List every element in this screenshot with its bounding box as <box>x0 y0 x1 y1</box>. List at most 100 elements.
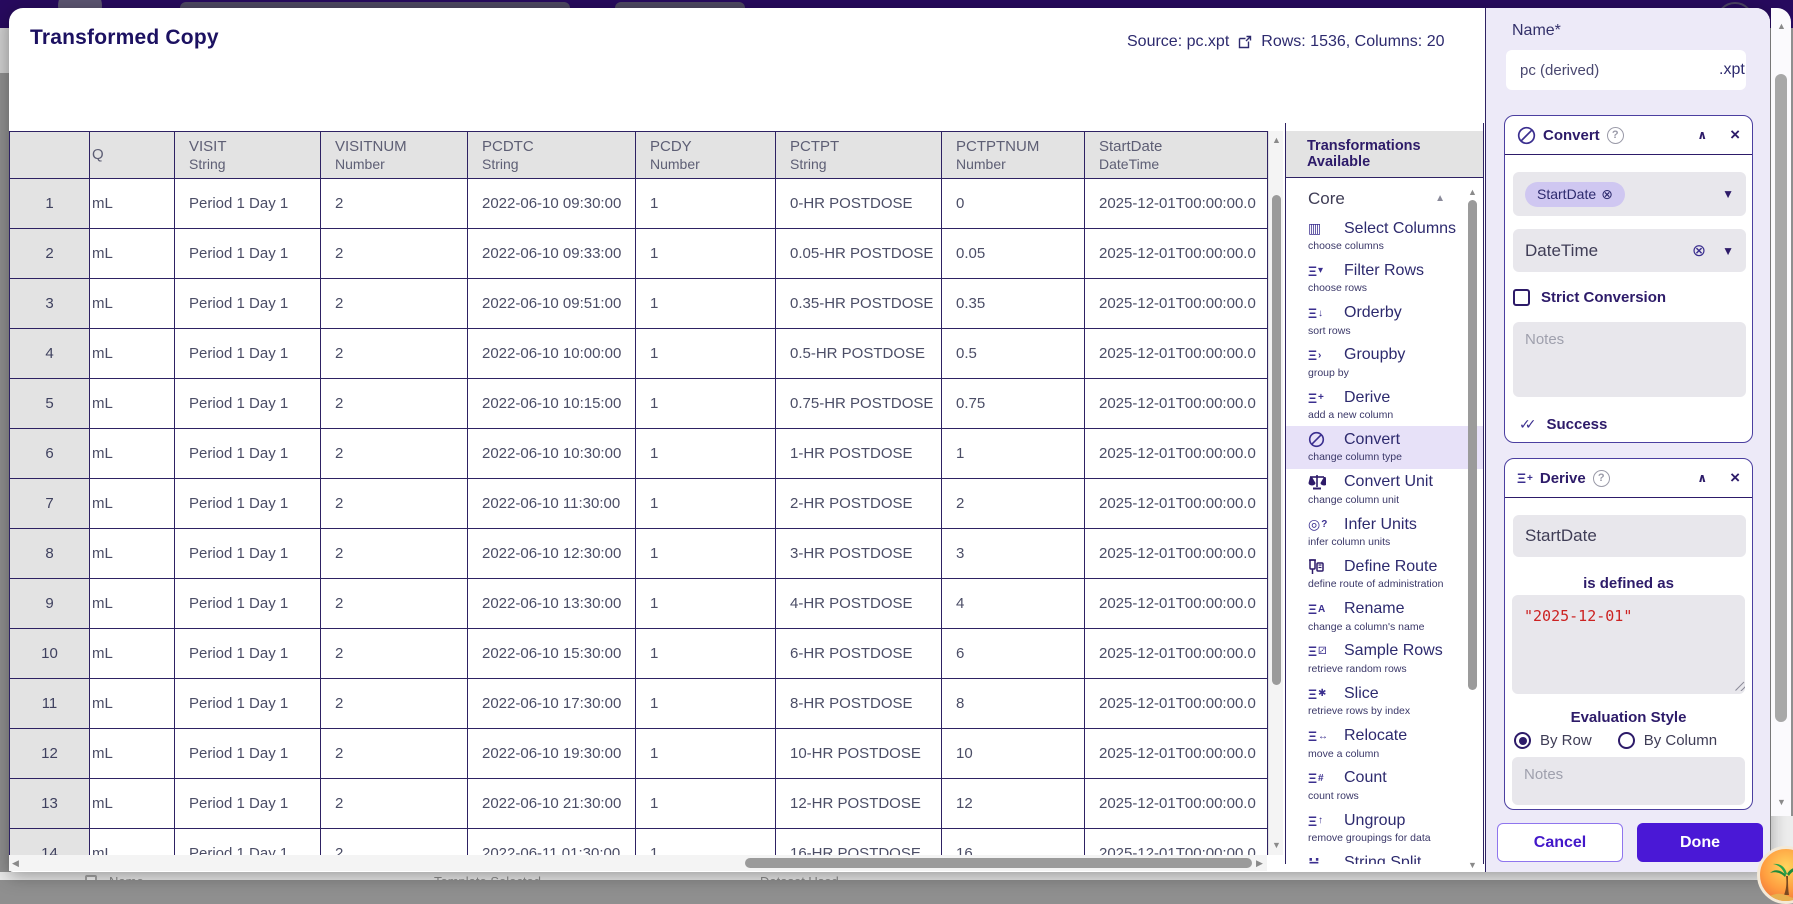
cancel-button[interactable]: Cancel <box>1497 823 1623 862</box>
transformation-item-ungroup[interactable]: Ξ↑Ungroupremove groupings for data <box>1286 807 1483 849</box>
transformation-item-orderby[interactable]: Ξ↓Orderbysort rows <box>1286 300 1483 342</box>
row-number-cell: 7 <box>10 479 90 529</box>
transformation-item-convert[interactable]: Convertchange column type <box>1286 426 1483 468</box>
scroll-left-arrow[interactable]: ◀ <box>12 859 19 868</box>
close-card-icon[interactable]: × <box>1730 468 1740 488</box>
row-number-cell: 2 <box>10 229 90 279</box>
transformation-item-string-split[interactable]: ∺String Split <box>1286 849 1483 864</box>
by-column-option[interactable]: By Column <box>1618 732 1717 749</box>
column-header: VISITNUMNumber <box>321 132 468 179</box>
column-header: PCTPTNUMNumber <box>942 132 1085 179</box>
transformation-description: choose columns <box>1308 240 1483 252</box>
table-cell: 2025-12-01T00:00:00.0 <box>1085 179 1268 229</box>
table-cell: 2 <box>321 579 468 629</box>
source-link[interactable]: Source: pc.xpt <box>1127 33 1229 51</box>
scroll-right-arrow[interactable]: ▶ <box>1256 859 1263 868</box>
convert-card-header: Convert ? ∧ × <box>1505 116 1752 155</box>
close-card-icon[interactable]: × <box>1730 125 1740 145</box>
transformation-item-slice[interactable]: Ξ✱Sliceretrieve rows by index <box>1286 680 1483 722</box>
rows-columns-stat: Rows: 1536, Columns: 20 <box>1261 33 1444 51</box>
clear-type-icon[interactable]: ⊗ <box>1692 241 1706 261</box>
transformation-item-select-columns[interactable]: ▥Select Columnschoose columns <box>1286 215 1483 257</box>
transformation-item-infer-units[interactable]: ◎?Infer Unitsinfer column units <box>1286 511 1483 553</box>
column-chip[interactable]: StartDate ⊗ <box>1525 182 1625 207</box>
transformations-panel: Transformations Available Core ▲ ▥Select… <box>1285 123 1484 864</box>
scroll-up-arrow[interactable]: ▲ <box>1272 136 1281 145</box>
help-icon[interactable]: ? <box>1593 470 1610 487</box>
transformation-item-derive[interactable]: Ξ+Deriveadd a new column <box>1286 384 1483 426</box>
transformation-label: Convert Unit <box>1344 473 1433 491</box>
table-vscroll-thumb[interactable] <box>1272 195 1281 685</box>
transformation-label: Filter Rows <box>1344 262 1424 280</box>
ungroup-icon: Ξ↑ <box>1308 813 1344 829</box>
transformation-label: Select Columns <box>1344 220 1456 238</box>
convert-type-select[interactable]: DateTime ⊗ ▼ <box>1513 229 1746 272</box>
dimmed-page-left <box>0 28 9 880</box>
transformation-label: Derive <box>1344 389 1390 407</box>
table-cell: 2-HR POSTDOSE <box>776 479 942 529</box>
table-cell: 2 <box>321 529 468 579</box>
expression-text: "2025-12-01" <box>1524 607 1632 625</box>
scroll-up-arrow[interactable]: ▲ <box>1777 22 1786 31</box>
groupby-icon: Ξ› <box>1308 347 1344 363</box>
scroll-down-arrow[interactable]: ▼ <box>1272 841 1281 850</box>
scroll-down-arrow[interactable]: ▼ <box>1468 861 1477 870</box>
transformation-description: count rows <box>1308 790 1483 802</box>
expression-editor[interactable]: "2025-12-01" <box>1512 595 1745 694</box>
by-row-radio[interactable] <box>1514 732 1531 749</box>
table-horizontal-scrollbar[interactable]: ◀ ▶ <box>9 855 1267 871</box>
transformation-item-filter-rows[interactable]: Ξ▾Filter Rowschoose rows <box>1286 257 1483 299</box>
transformations-group-core[interactable]: Core ▲ <box>1286 179 1483 215</box>
by-row-option[interactable]: By Row <box>1514 732 1592 749</box>
collapse-card-icon[interactable]: ∧ <box>1697 128 1707 142</box>
chevron-down-icon[interactable]: ▼ <box>1722 187 1734 201</box>
table-cell: 2022-06-11 01:30:00 <box>468 829 636 856</box>
transformation-item-relocate[interactable]: Ξ↔Relocatemove a column <box>1286 723 1483 765</box>
convert-notes-textarea[interactable] <box>1513 322 1746 397</box>
derive-icon: Ξ+ <box>1308 390 1344 406</box>
by-column-radio[interactable] <box>1618 732 1635 749</box>
table-vertical-scrollbar[interactable]: ▲ ▼ <box>1268 131 1283 855</box>
panel-scroll-thumb[interactable] <box>1775 74 1787 722</box>
derive-notes-textarea[interactable] <box>1512 757 1745 805</box>
transformation-item-groupby[interactable]: Ξ›Groupbygroup by <box>1286 342 1483 384</box>
strict-conversion-checkbox[interactable] <box>1513 289 1530 306</box>
chevron-down-icon[interactable]: ▼ <box>1722 244 1734 258</box>
table-row: 8mLPeriod 1 Day 122022-06-10 12:30:0013-… <box>10 529 1268 579</box>
convert-column-select[interactable]: StartDate ⊗ ▼ <box>1513 172 1746 216</box>
row-number-cell: 8 <box>10 529 90 579</box>
table-cell: 1 <box>636 229 776 279</box>
convert-status-row: ✓✓ Success <box>1519 416 1607 433</box>
table-cell: Period 1 Day 1 <box>175 229 321 279</box>
transformation-item-count[interactable]: Ξ#Countcount rows <box>1286 765 1483 807</box>
derive-column-field[interactable]: StartDate <box>1513 515 1746 557</box>
table-cell: mL <box>90 429 175 479</box>
done-button[interactable]: Done <box>1637 823 1763 862</box>
convert-ban-icon <box>1517 126 1536 145</box>
collapse-card-icon[interactable]: ∧ <box>1697 471 1707 485</box>
table-row: 1mLPeriod 1 Day 122022-06-10 09:30:0010-… <box>10 179 1268 229</box>
table-cell: 4 <box>942 579 1085 629</box>
resize-handle-icon[interactable] <box>1735 681 1745 691</box>
external-link-icon[interactable] <box>1238 35 1252 49</box>
table-cell: 0.05 <box>942 229 1085 279</box>
remove-chip-icon[interactable]: ⊗ <box>1601 186 1613 203</box>
table-row: 7mLPeriod 1 Day 122022-06-10 11:30:0012-… <box>10 479 1268 529</box>
transformation-item-sample-rows[interactable]: Ξ⚂Sample Rowsretrieve random rows <box>1286 638 1483 680</box>
table-hscroll-thumb[interactable] <box>745 858 1252 868</box>
table-cell: mL <box>90 279 175 329</box>
scroll-up-arrow[interactable]: ▲ <box>1468 188 1477 197</box>
row-number-cell: 13 <box>10 779 90 829</box>
name-input[interactable] <box>1520 62 1719 79</box>
transformation-item-define-route[interactable]: Define Routedefine route of administrati… <box>1286 553 1483 595</box>
transformation-label: Slice <box>1344 685 1379 703</box>
transformation-item-rename[interactable]: ΞARenamechange a column's name <box>1286 596 1483 638</box>
transformations-scroll-thumb[interactable] <box>1468 200 1477 690</box>
table-cell: 4-HR POSTDOSE <box>776 579 942 629</box>
panel-vertical-scrollbar[interactable]: ▲ ▼ <box>1771 8 1791 816</box>
collapse-group-icon[interactable]: ▲ <box>1435 193 1445 204</box>
scroll-down-arrow[interactable]: ▼ <box>1777 798 1786 807</box>
transformations-scrollbar[interactable]: ▲ ▼ <box>1466 186 1479 872</box>
help-icon[interactable]: ? <box>1607 127 1624 144</box>
transformation-item-convert-unit[interactable]: Convert Unitchange column unit <box>1286 469 1483 511</box>
